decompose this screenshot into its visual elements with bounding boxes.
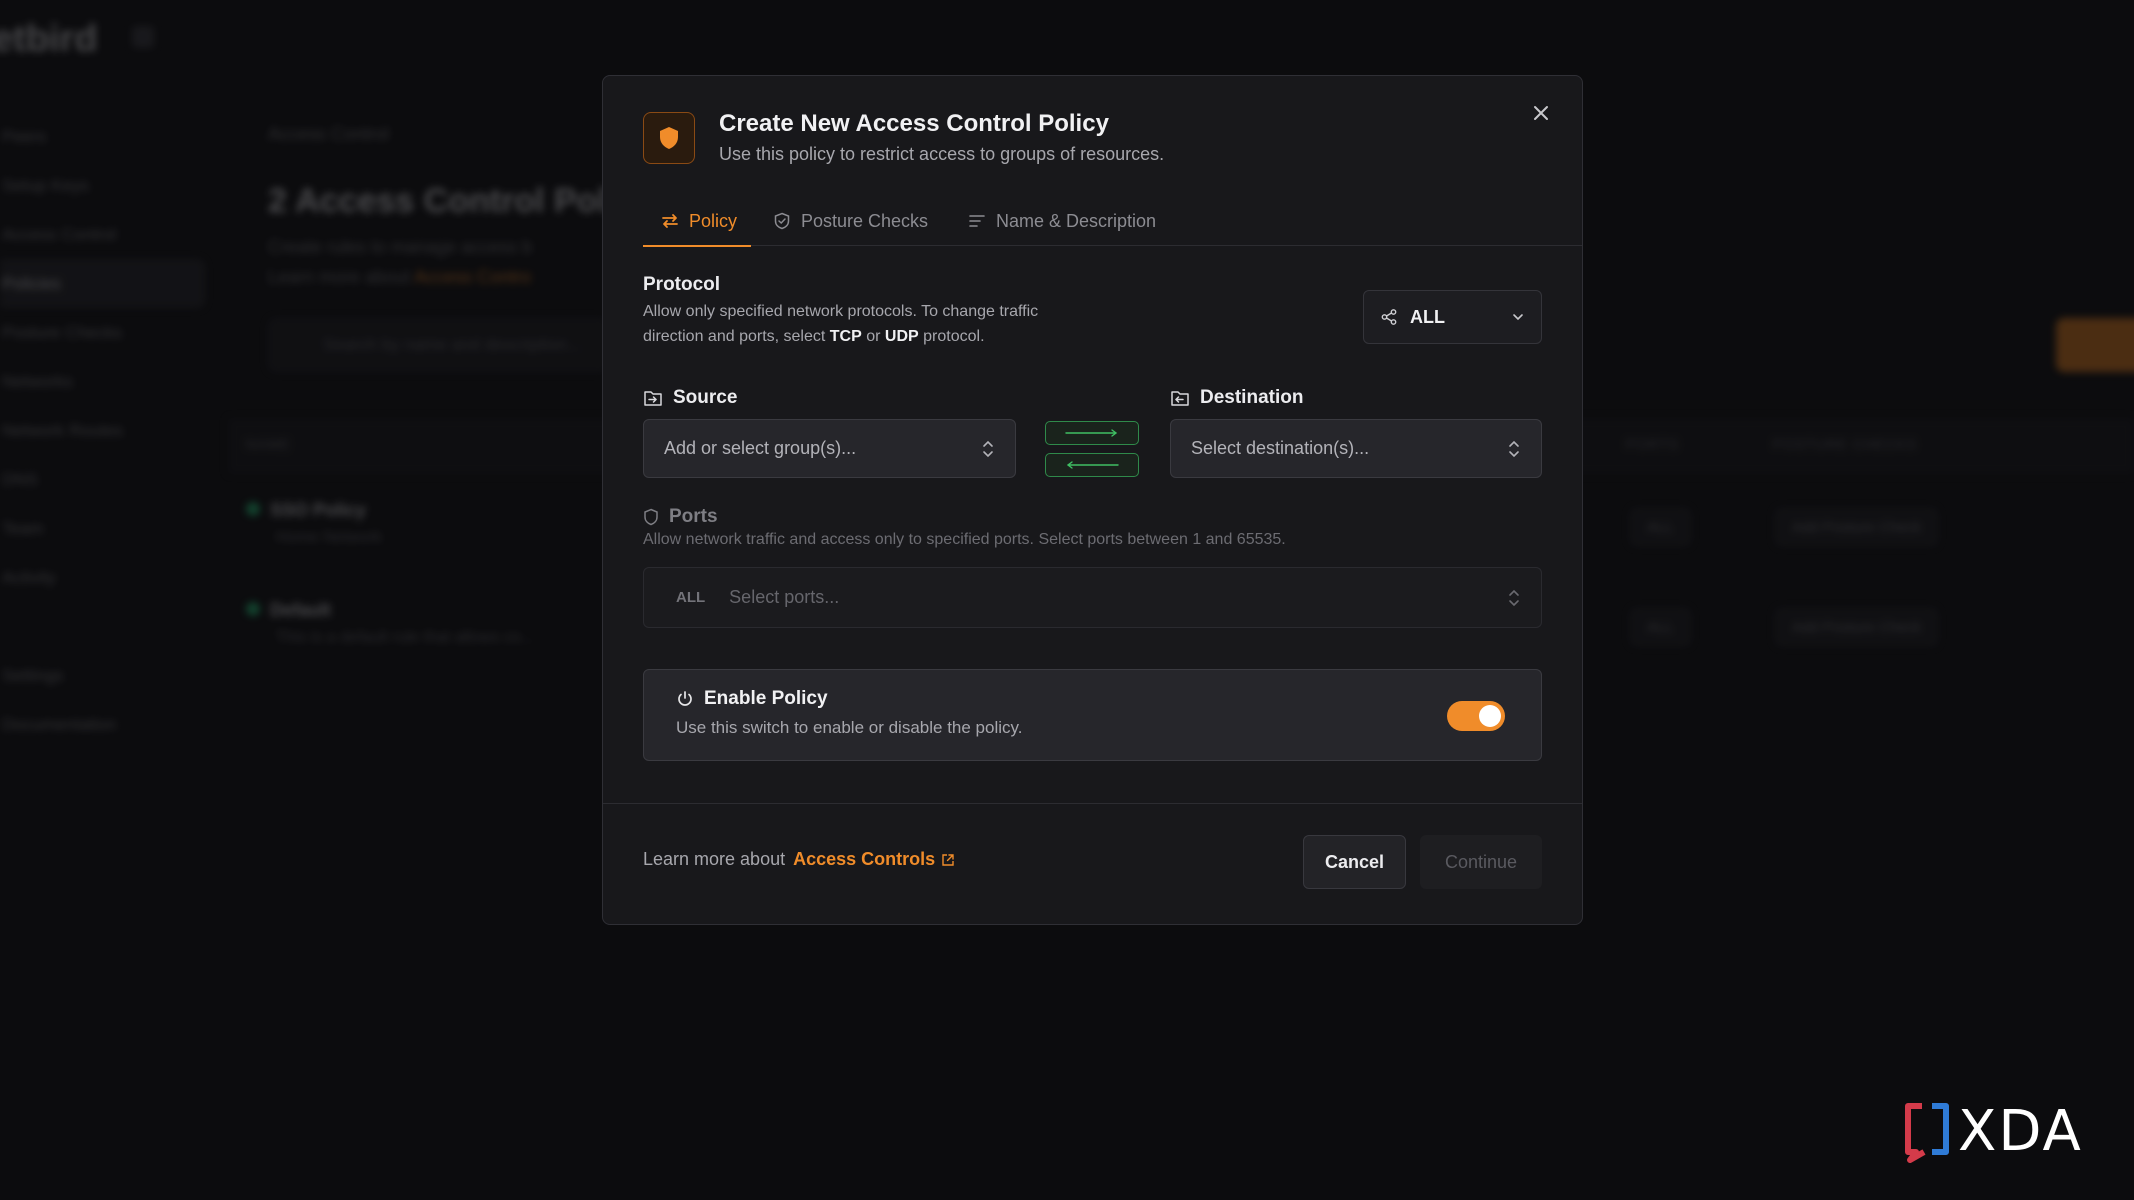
enable-policy-toggle[interactable] [1447, 701, 1505, 731]
toggle-knob [1479, 705, 1501, 727]
protocol-label: Protocol [643, 274, 721, 295]
destination-placeholder: Select destination(s)... [1191, 438, 1370, 458]
destination-label-text: Destination [1200, 387, 1304, 408]
arrow-right-icon [1065, 429, 1118, 437]
tab-name-description[interactable]: Name & Description [968, 196, 1156, 246]
source-placeholder: Add or select group(s)... [664, 438, 857, 458]
access-controls-link-text: Access Controls [793, 849, 936, 869]
enable-policy-card: Enable Policy Use this switch to enable … [643, 669, 1542, 761]
tab-posture-checks-label: Posture Checks [801, 210, 929, 231]
protocol-help-or: or [866, 328, 881, 345]
source-select[interactable]: Add or select group(s)... [643, 419, 1016, 478]
destination-label: Destination [1170, 387, 1303, 409]
ports-select: ALL Select ports... [643, 567, 1542, 628]
modal-title: Create New Access Control Policy [719, 110, 1109, 137]
footer-learn-more: Learn more about Access Controls [643, 849, 955, 870]
tab-name-description-label: Name & Description [996, 210, 1157, 231]
protocol-help-suffix: protocol. [923, 328, 985, 345]
enable-policy-subtitle: Use this switch to enable or disable the… [676, 718, 1023, 737]
close-button[interactable] [1526, 98, 1556, 128]
shield-icon [643, 112, 695, 164]
modal-subtitle: Use this policy to restrict access to gr… [719, 144, 1165, 164]
continue-button[interactable]: Continue [1420, 835, 1542, 889]
protocol-help-line2: direction and ports, select TCP or UDP p… [643, 324, 1163, 349]
protocol-select-value: ALL [1410, 306, 1445, 327]
create-policy-modal: Create New Access Control Policy Use thi… [602, 75, 1583, 925]
folder-in-icon [644, 391, 662, 406]
enable-policy-title-text: Enable Policy [704, 688, 828, 709]
modal-tabs: Policy Posture Checks Name & Description [643, 196, 1582, 247]
folder-out-icon [1171, 391, 1189, 406]
ports-label: Ports [643, 506, 718, 528]
xda-logo-icon [1905, 1103, 1949, 1163]
protocol-help-direction: direction and ports, select [643, 328, 826, 345]
access-controls-link[interactable]: Access Controls [793, 849, 955, 870]
shield-outline-icon [644, 508, 658, 526]
ports-placeholder: Select ports... [729, 587, 840, 607]
ports-prefix: ALL [676, 589, 706, 606]
footer-divider [603, 803, 1582, 804]
chevrons-up-down-icon [1509, 440, 1519, 457]
enable-policy-title: Enable Policy [676, 688, 828, 710]
protocol-help-udp: UDP [884, 328, 919, 345]
shield-check-icon [774, 212, 790, 230]
external-link-icon [942, 853, 954, 866]
direction-backward-button[interactable] [1045, 453, 1139, 477]
arrows-exchange-icon [662, 214, 678, 228]
chevrons-up-down-icon [983, 440, 993, 457]
share-nodes-icon [1381, 309, 1397, 325]
protocol-help: Allow only specified network protocols. … [643, 299, 1163, 349]
tab-posture-checks[interactable]: Posture Checks [773, 196, 928, 246]
text-lines-icon [969, 215, 985, 227]
protocol-select[interactable]: ALL [1363, 290, 1542, 344]
arrow-left-icon [1066, 461, 1119, 469]
xda-watermark: XDA [1902, 1100, 2083, 1164]
direction-forward-button[interactable] [1045, 421, 1139, 445]
chevrons-up-down-icon [1509, 589, 1519, 606]
cancel-button[interactable]: Cancel [1303, 835, 1406, 889]
protocol-help-line1: Allow only specified network protocols. … [643, 303, 1039, 320]
ports-label-text: Ports [669, 506, 718, 527]
footer-learn-prefix: Learn more about [643, 849, 786, 869]
tab-policy[interactable]: Policy [643, 196, 752, 247]
source-label: Source [643, 387, 737, 409]
chevron-down-icon [1513, 314, 1523, 321]
destination-select[interactable]: Select destination(s)... [1170, 419, 1542, 478]
xda-watermark-text: XDA [1958, 1099, 2083, 1164]
tab-policy-label: Policy [689, 210, 738, 231]
ports-help: Allow network traffic and access only to… [643, 531, 1286, 548]
protocol-help-tcp: TCP [829, 328, 862, 345]
source-label-text: Source [673, 387, 738, 408]
power-icon [678, 691, 692, 706]
close-icon [1534, 106, 1548, 120]
